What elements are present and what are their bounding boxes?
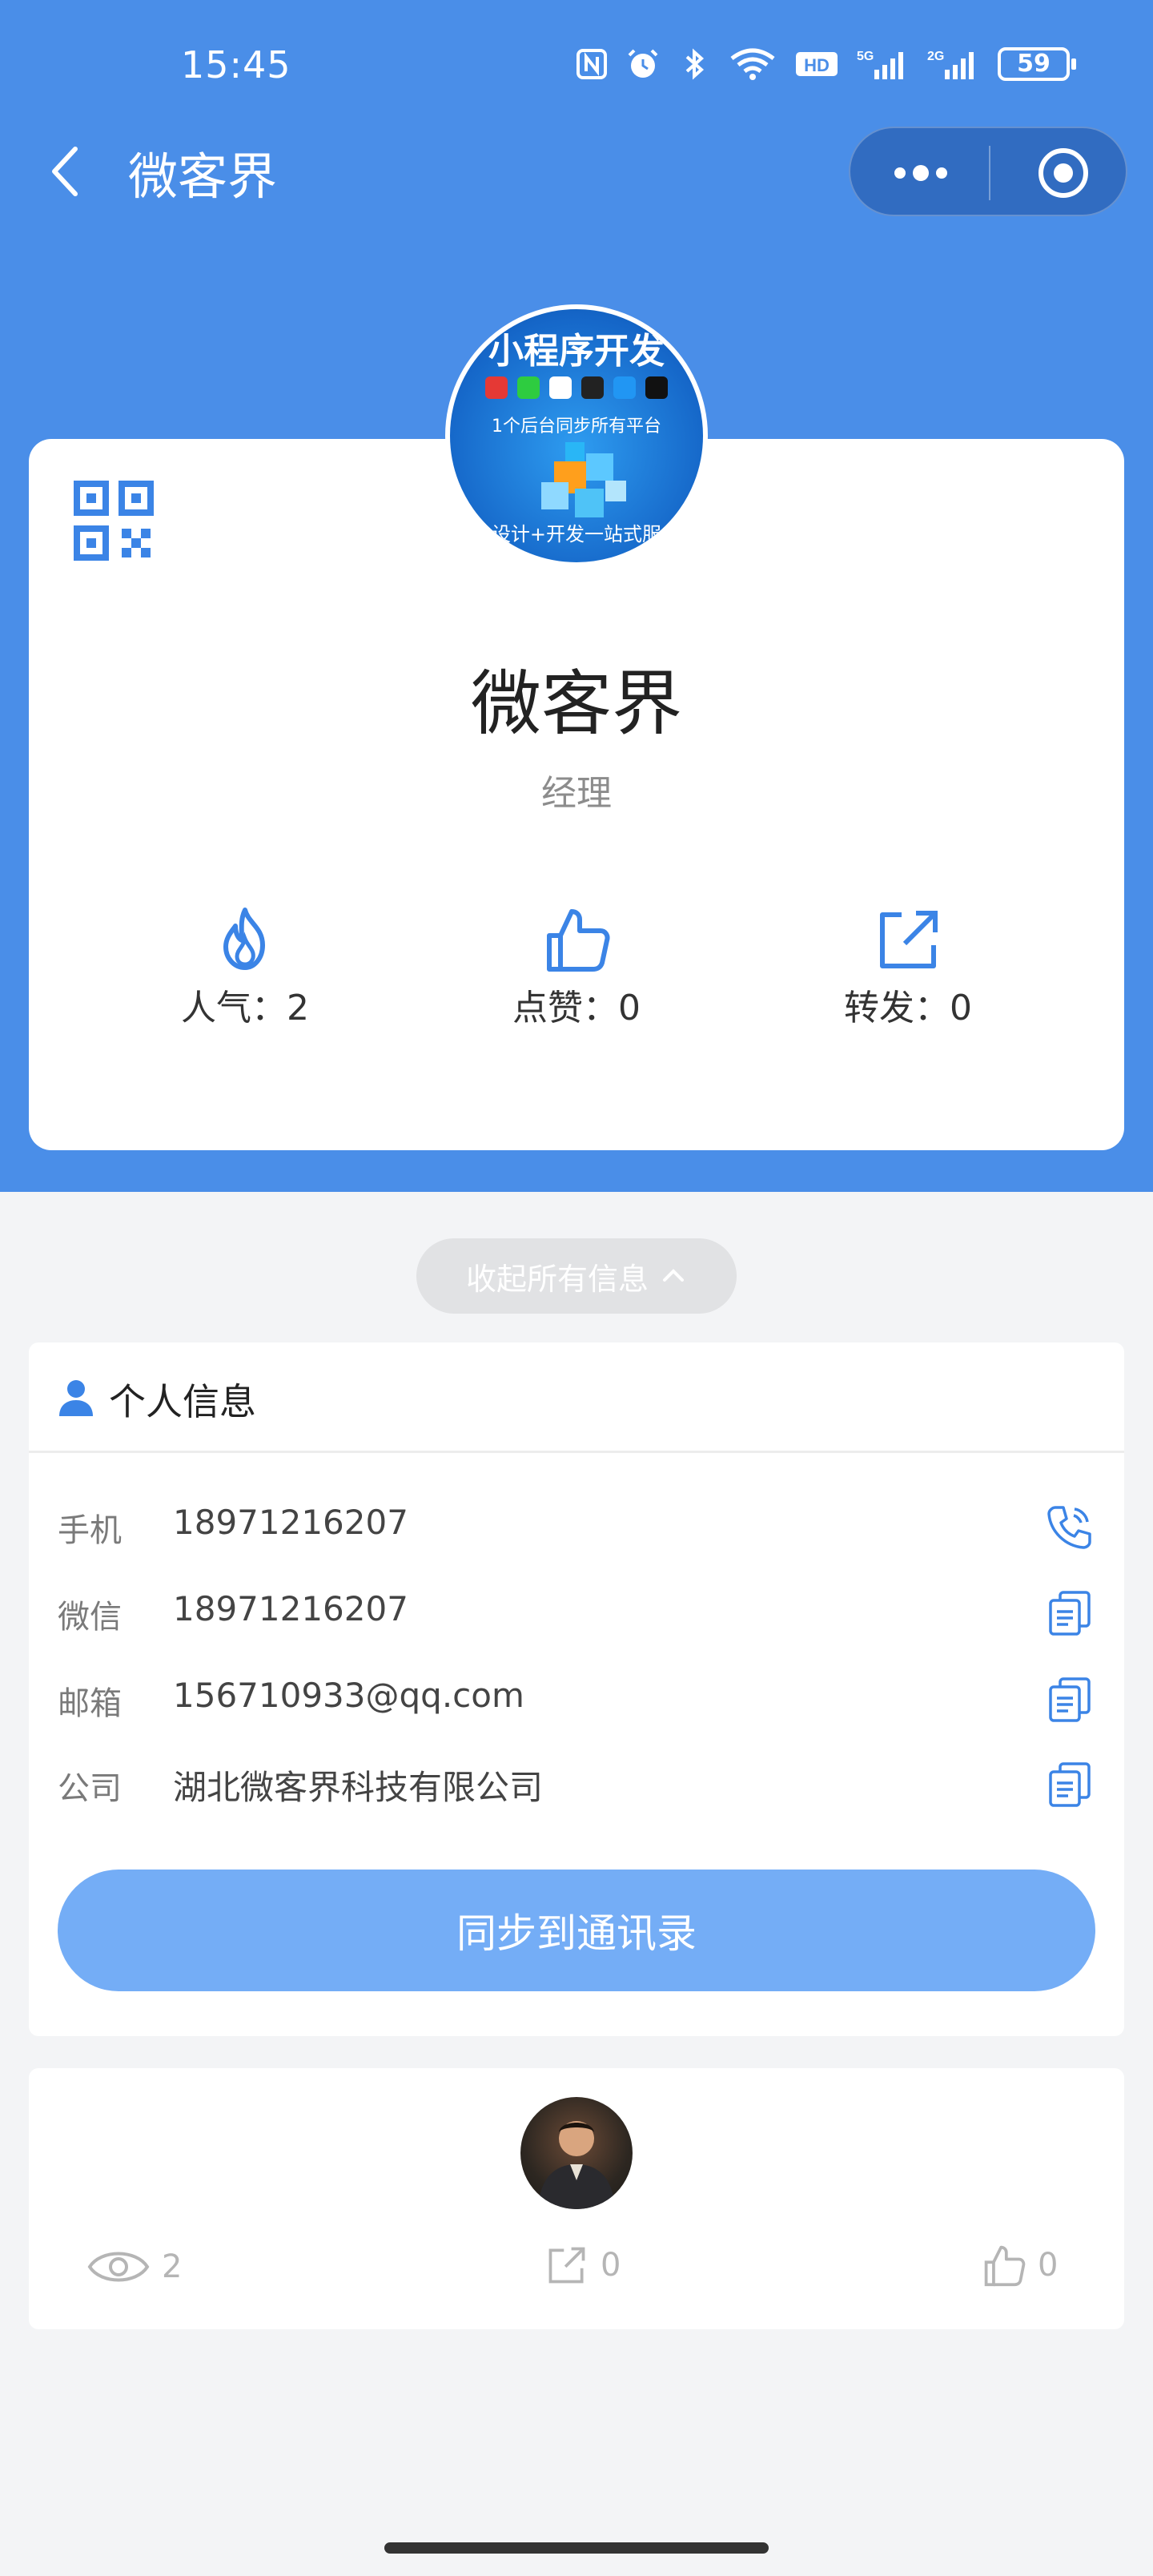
info-value: 156710933@qq.com [173,1676,524,1715]
stat-likes[interactable]: 点赞：0 [456,904,697,1030]
mini-program-capsule [849,127,1127,216]
info-row-phone: 手机 18971216207 [29,1485,1124,1565]
phone-icon[interactable] [1044,1501,1095,1552]
status-icons: HD 5G 2G 59 [575,45,1076,83]
stat-shares-label: 转发：0 [844,988,972,1028]
personal-info-header: 个人信息 [29,1342,1124,1453]
avatar-title: 小程序开发 [488,331,665,372]
info-row-wechat: 微信 18971216207 [29,1572,1124,1652]
profile-avatar: 小程序开发 1个后台同步所有平台 设计+开发一站式服 [445,304,708,567]
copy-icon[interactable] [1044,1759,1095,1810]
copy-icon[interactable] [1044,1588,1095,1639]
personal-info-title: 个人信息 [109,1380,256,1423]
avatar-footer: 设计+开发一站式服 [491,523,662,545]
author-avatar[interactable] [520,2097,633,2209]
user-icon [59,1380,93,1416]
signal-2g-icon: 2G [927,50,974,79]
person-photo [538,2121,615,2209]
stat-popularity-label: 人气：2 [181,988,309,1028]
stat-shares[interactable]: 转发：0 [788,904,1028,1030]
eye-icon [87,2252,150,2282]
thumbs-up-icon [547,909,610,972]
collapse-label: 收起所有信息 [465,1261,649,1297]
status-bar: 15:45 HD 5G 2G 59 [0,0,1153,128]
qrcode-icon[interactable] [72,479,155,562]
hd-icon: HD [796,52,838,76]
likes-count: 0 [1038,2247,1059,2284]
avatar-platform-icons [472,376,681,399]
capsule-divider [989,146,990,200]
chevron-left-icon[interactable] [43,141,91,202]
shares-stat[interactable]: 0 [544,2243,621,2288]
info-row-company: 公司 湖北微客界科技有限公司 [29,1743,1124,1823]
info-value: 18971216207 [173,1589,408,1628]
info-label: 手机 [58,1512,122,1549]
avatar-subtitle: 1个后台同步所有平台 [492,417,661,437]
battery-level: 59 [1017,50,1051,78]
bluetooth-icon [685,48,705,80]
svg-text:5G: 5G [857,50,874,63]
home-indicator[interactable] [384,2542,769,2554]
nfc-icon [576,49,607,79]
status-time: 15:45 [181,43,291,87]
info-label: 邮箱 [58,1685,122,1722]
info-label: 微信 [58,1599,122,1636]
bottom-stats-panel: 2 0 0 [29,2068,1124,2329]
personal-info-panel: 个人信息 手机 18971216207 微信 18971216207 邮箱 15… [29,1342,1124,2036]
stat-popularity: 人气：2 [125,904,365,1030]
battery-icon: 59 [998,47,1076,81]
target-close-icon[interactable] [1036,146,1091,200]
cubes-graphic [541,442,626,517]
info-label: 公司 [58,1770,122,1807]
chevron-up-icon [663,1269,684,1282]
more-dots-icon[interactable] [889,152,953,194]
sync-contacts-button[interactable]: 同步到通讯录 [58,1870,1095,1991]
wifi-icon [730,48,775,80]
views-count: 2 [162,2248,183,2285]
collapse-all-info-button[interactable]: 收起所有信息 [416,1238,737,1314]
nav-title: 微客界 [128,147,278,206]
info-value: 18971216207 [173,1503,408,1542]
shares-count: 0 [601,2247,621,2284]
likes-stat[interactable]: 0 [982,2243,1058,2288]
flame-icon [223,908,265,970]
share-icon [880,911,938,968]
info-value: 湖北微客界科技有限公司 [173,1768,544,1807]
profile-name: 微客界 [470,662,682,745]
info-row-email: 邮箱 156710933@qq.com [29,1658,1124,1738]
svg-text:2G: 2G [927,50,944,63]
share-icon [548,2247,585,2284]
stat-likes-label: 点赞：0 [512,988,641,1028]
thumbs-up-icon [984,2245,1026,2287]
alarm-icon [628,49,658,78]
profile-role: 经理 [541,773,612,814]
views-stat: 2 [86,2243,182,2291]
copy-icon[interactable] [1044,1674,1095,1725]
svg-text:HD: HD [804,55,830,75]
signal-5g-icon: 5G [857,50,903,79]
